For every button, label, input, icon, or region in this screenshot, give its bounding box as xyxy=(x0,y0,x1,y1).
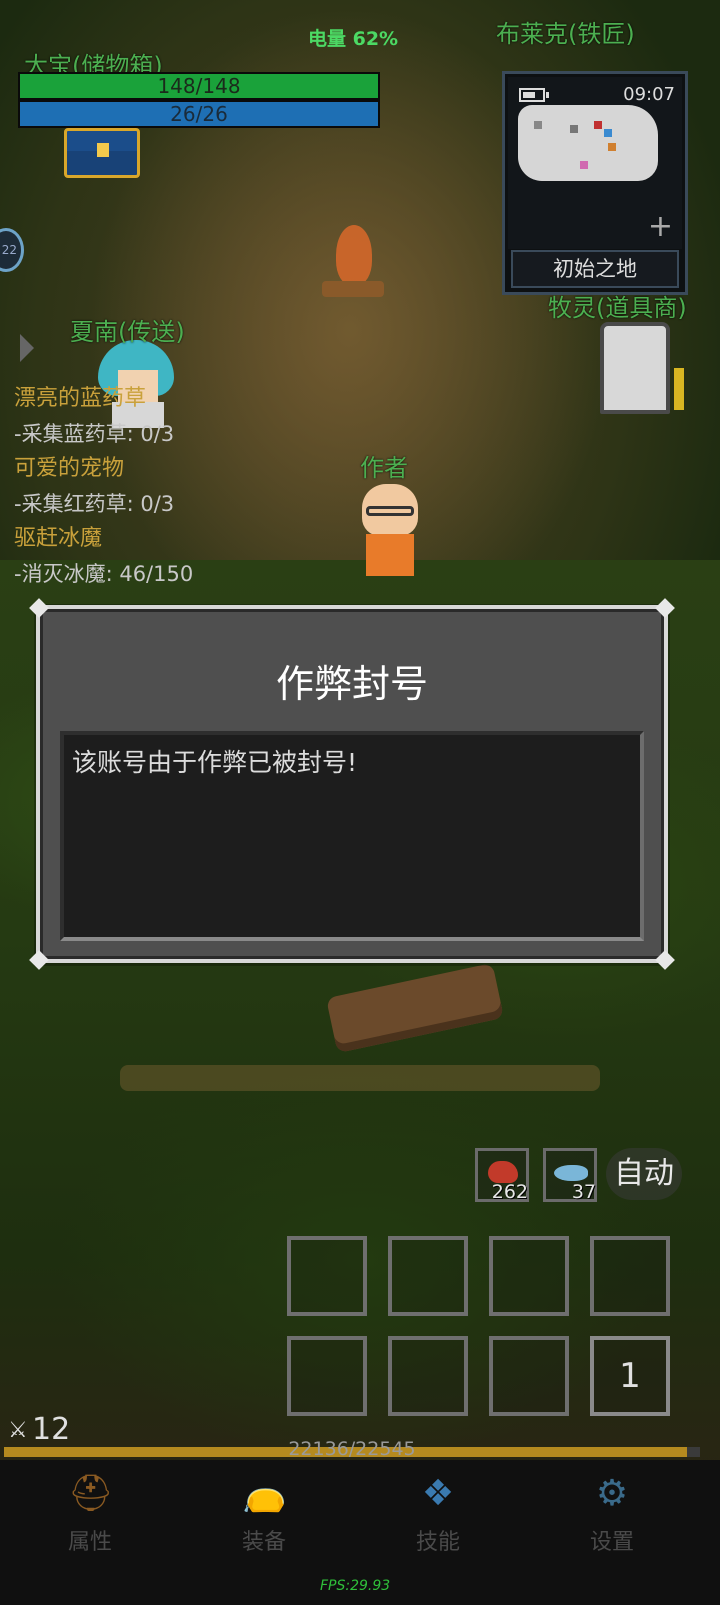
mp-value: 26/26 xyxy=(170,102,228,126)
skill-slot[interactable] xyxy=(287,1336,367,1416)
battery-icon xyxy=(519,88,549,102)
teleport-name: 夏南(传送) xyxy=(70,318,185,346)
nav-skills[interactable]: ❖ 技能 xyxy=(378,1472,498,1582)
player-name: 作者 xyxy=(360,454,408,482)
quest-tracker[interactable]: 漂亮的蓝药草 -采集蓝药草: 0/3 可爱的宠物 -采集红药草: 0/3 驱赶冰… xyxy=(14,382,193,592)
quest-title[interactable]: 漂亮的蓝药草 xyxy=(14,382,193,416)
quest-title[interactable]: 可爱的宠物 xyxy=(14,452,193,486)
nav-label: 设置 xyxy=(589,1530,634,1555)
minimap-expand-icon[interactable]: + xyxy=(648,212,673,242)
quest-task: -消灭冰魔: 46/150 xyxy=(14,562,194,586)
minimap-marker xyxy=(570,125,578,133)
npc-armor xyxy=(600,322,670,414)
skill-slot[interactable] xyxy=(388,1236,468,1316)
battery-label: 电量 62% xyxy=(308,28,399,50)
xp-text: 22136/22545 xyxy=(288,1438,416,1460)
clock-time: 09:07 xyxy=(623,84,675,105)
quest-title[interactable]: 驱赶冰魔 xyxy=(14,522,193,556)
battery-fill xyxy=(523,92,535,98)
dialog-title: 作弊封号 xyxy=(275,662,428,706)
minimap-marker xyxy=(534,121,542,129)
npc-item-merchant[interactable] xyxy=(596,322,684,416)
minimap-marker xyxy=(580,161,588,169)
storage-chest[interactable] xyxy=(64,128,140,178)
campfire-wood xyxy=(322,281,384,297)
expand-arrow-icon[interactable] xyxy=(20,334,34,362)
skill-slot-numbered[interactable]: 1 xyxy=(590,1336,670,1416)
crystal-icon: ❖ xyxy=(421,1473,455,1514)
gear-icon: ⚙ xyxy=(595,1473,629,1514)
minimap-terrain xyxy=(518,105,658,181)
skill-slot[interactable] xyxy=(489,1336,569,1416)
campfire xyxy=(318,215,388,315)
blacksmith-name: 布莱克(铁匠) xyxy=(496,20,635,48)
path-edge xyxy=(120,1065,600,1091)
meat-slot[interactable]: 262 xyxy=(475,1148,529,1203)
minimap-marker xyxy=(594,121,602,129)
campfire-flame xyxy=(336,225,372,285)
bag-icon: 👝 xyxy=(242,1473,287,1514)
fish-icon xyxy=(554,1165,588,1181)
nav-attributes[interactable]: ⛑ 属性 xyxy=(30,1472,150,1582)
skill-slot[interactable] xyxy=(287,1236,367,1316)
hp-value: 148/148 xyxy=(157,74,241,98)
meat-count: 262 xyxy=(491,1181,528,1203)
dialog-body: 该账号由于作弊已被封号! xyxy=(60,731,644,941)
skill-slot[interactable] xyxy=(388,1336,468,1416)
helmet-icon: ⛑ xyxy=(68,1473,114,1514)
nav-label: 装备 xyxy=(241,1530,286,1555)
nav-settings[interactable]: ⚙ 设置 xyxy=(552,1472,672,1582)
quest-task: -采集蓝药草: 0/3 xyxy=(14,422,175,446)
npc-staff xyxy=(674,368,684,410)
player-character xyxy=(356,484,426,580)
skill-slot[interactable] xyxy=(489,1236,569,1316)
fish-slot[interactable]: 37 xyxy=(543,1148,597,1203)
skill-slot[interactable] xyxy=(590,1236,670,1316)
nav-label: 属性 xyxy=(67,1530,112,1555)
hp-bar: 148/148 xyxy=(18,72,380,100)
minimap-marker xyxy=(604,129,612,137)
ban-dialog[interactable]: 作弊封号 该账号由于作弊已被封号! xyxy=(29,598,675,970)
auto-button[interactable]: 自动 xyxy=(606,1148,682,1200)
region-name: 初始之地 xyxy=(511,250,679,288)
player-body xyxy=(366,534,414,576)
mp-bar: 26/26 xyxy=(18,100,380,128)
minimap[interactable]: 09:07 + 初始之地 xyxy=(502,71,688,295)
dialog-message: 该账号由于作弊已被封号! xyxy=(72,748,358,777)
minimap-marker xyxy=(608,143,616,151)
quest-task: -采集红药草: 0/3 xyxy=(14,492,175,516)
player-glasses xyxy=(366,506,414,516)
fps-counter: FPS:29.93 xyxy=(320,1578,391,1594)
fish-count: 37 xyxy=(571,1181,596,1203)
meat-icon xyxy=(488,1161,518,1183)
nav-label: 技能 xyxy=(415,1530,460,1555)
nav-equipment[interactable]: 👝 装备 xyxy=(204,1472,324,1582)
